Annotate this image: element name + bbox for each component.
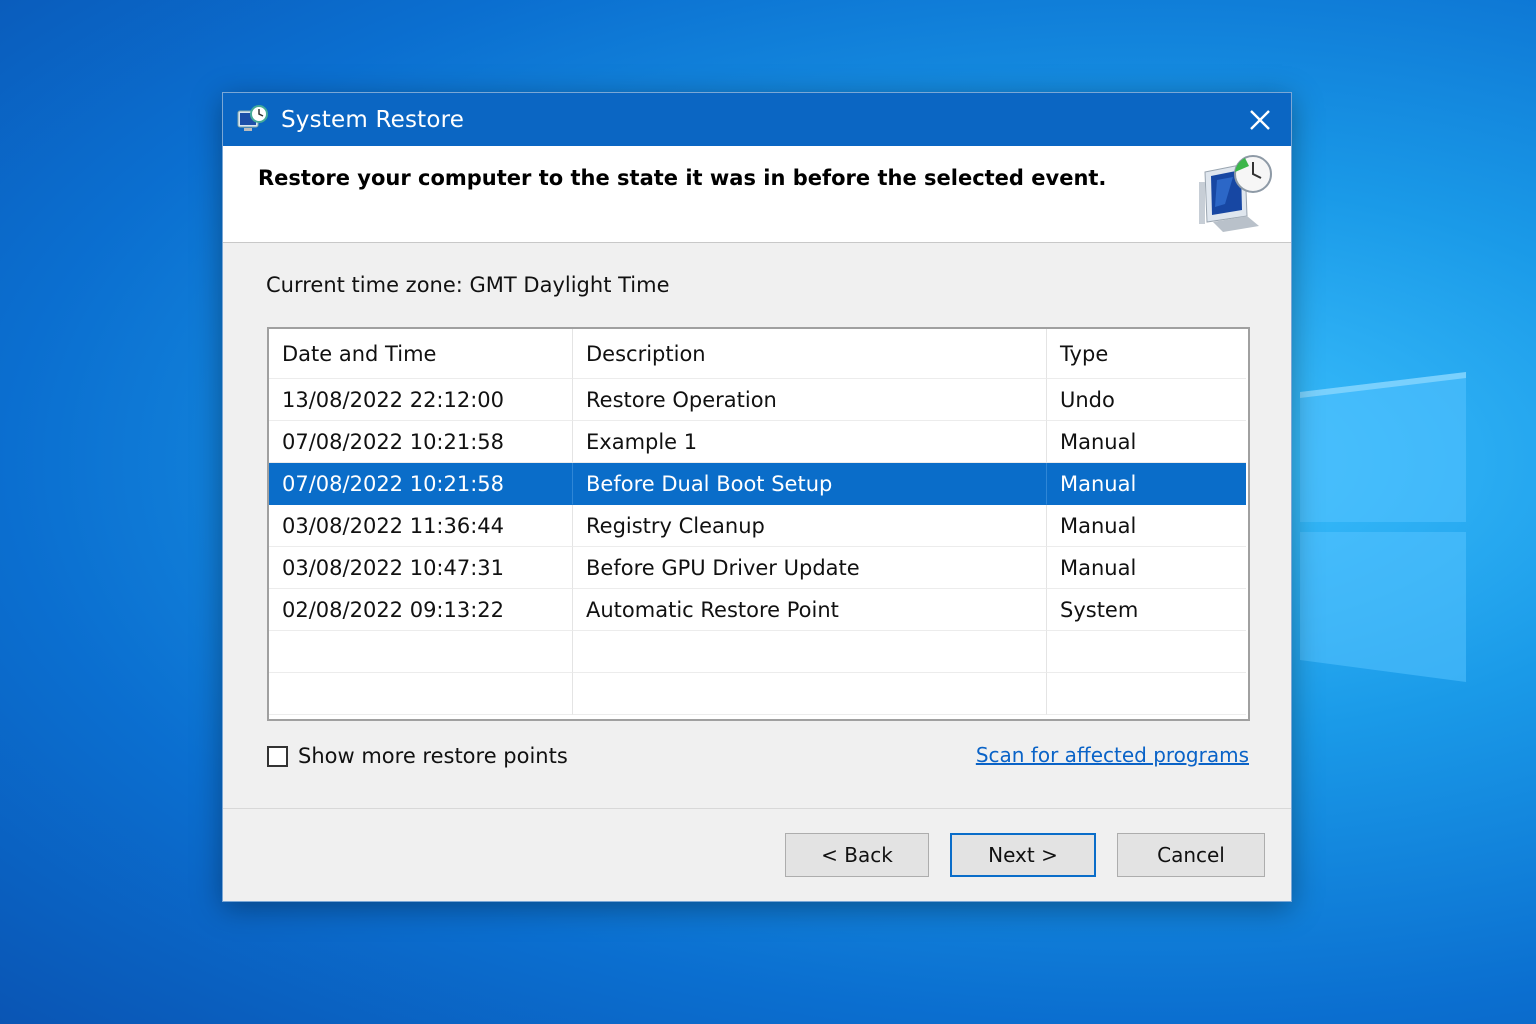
date-cell: 13/08/2022 22:12:00 <box>269 379 573 421</box>
description-cell <box>573 673 1047 715</box>
timezone-label: Current time zone: GMT Daylight Time <box>266 273 670 297</box>
table-row-empty <box>269 631 1246 673</box>
description-cell: Before Dual Boot Setup <box>573 463 1047 505</box>
table-row-empty <box>269 673 1246 715</box>
table-row[interactable]: 03/08/2022 10:47:31 Before GPU Driver Up… <box>269 547 1246 589</box>
type-cell: Manual <box>1047 505 1246 547</box>
show-more-label: Show more restore points <box>298 744 568 768</box>
computer-clock-icon <box>1199 155 1272 232</box>
column-header-date[interactable]: Date and Time <box>269 329 573 379</box>
table-row-selected[interactable]: 07/08/2022 10:21:58 Before Dual Boot Set… <box>269 463 1246 505</box>
next-button[interactable]: Next > <box>950 833 1096 877</box>
type-cell <box>1047 631 1246 673</box>
title-bar: System Restore <box>223 93 1291 146</box>
restore-points-table: Date and Time Description Type 13/08/202… <box>267 327 1250 721</box>
close-icon <box>1250 109 1270 130</box>
instruction-text: Restore your computer to the state it wa… <box>258 166 1107 190</box>
date-cell: 03/08/2022 11:36:44 <box>269 505 573 547</box>
back-button[interactable]: < Back <box>785 833 929 877</box>
footer-divider <box>223 808 1291 809</box>
description-cell: Before GPU Driver Update <box>573 547 1047 589</box>
type-cell: Undo <box>1047 379 1246 421</box>
table-row[interactable]: 07/08/2022 10:21:58 Example 1 Manual <box>269 421 1246 463</box>
description-cell: Example 1 <box>573 421 1047 463</box>
date-cell <box>269 631 573 673</box>
show-more-restore-points-option[interactable]: Show more restore points <box>267 744 568 768</box>
description-cell: Restore Operation <box>573 379 1047 421</box>
table-header: Date and Time Description Type <box>269 329 1246 379</box>
type-cell: Manual <box>1047 547 1246 589</box>
description-cell <box>573 631 1047 673</box>
close-button[interactable] <box>1229 93 1291 146</box>
date-cell: 07/08/2022 10:21:58 <box>269 463 573 505</box>
dialog-header: Restore your computer to the state it wa… <box>223 146 1291 243</box>
type-cell <box>1047 673 1246 715</box>
table-row[interactable]: 13/08/2022 22:12:00 Restore Operation Un… <box>269 379 1246 421</box>
type-cell: Manual <box>1047 463 1246 505</box>
system-restore-icon <box>237 104 268 131</box>
description-cell: Automatic Restore Point <box>573 589 1047 631</box>
date-cell <box>269 673 573 715</box>
show-more-checkbox[interactable] <box>267 745 288 767</box>
system-restore-dialog: System Restore Restore your computer to … <box>222 92 1292 902</box>
type-cell: System <box>1047 589 1246 631</box>
date-cell: 02/08/2022 09:13:22 <box>269 589 573 631</box>
column-header-description[interactable]: Description <box>573 329 1047 379</box>
date-cell: 03/08/2022 10:47:31 <box>269 547 573 589</box>
dialog-title: System Restore <box>281 106 465 133</box>
table-row[interactable]: 02/08/2022 09:13:22 Automatic Restore Po… <box>269 589 1246 631</box>
column-header-type[interactable]: Type <box>1047 329 1246 379</box>
table-row[interactable]: 03/08/2022 11:36:44 Registry Cleanup Man… <box>269 505 1246 547</box>
cancel-button[interactable]: Cancel <box>1117 833 1265 877</box>
date-cell: 07/08/2022 10:21:58 <box>269 421 573 463</box>
type-cell: Manual <box>1047 421 1246 463</box>
description-cell: Registry Cleanup <box>573 505 1047 547</box>
scan-affected-programs-link[interactable]: Scan for affected programs <box>976 743 1249 767</box>
